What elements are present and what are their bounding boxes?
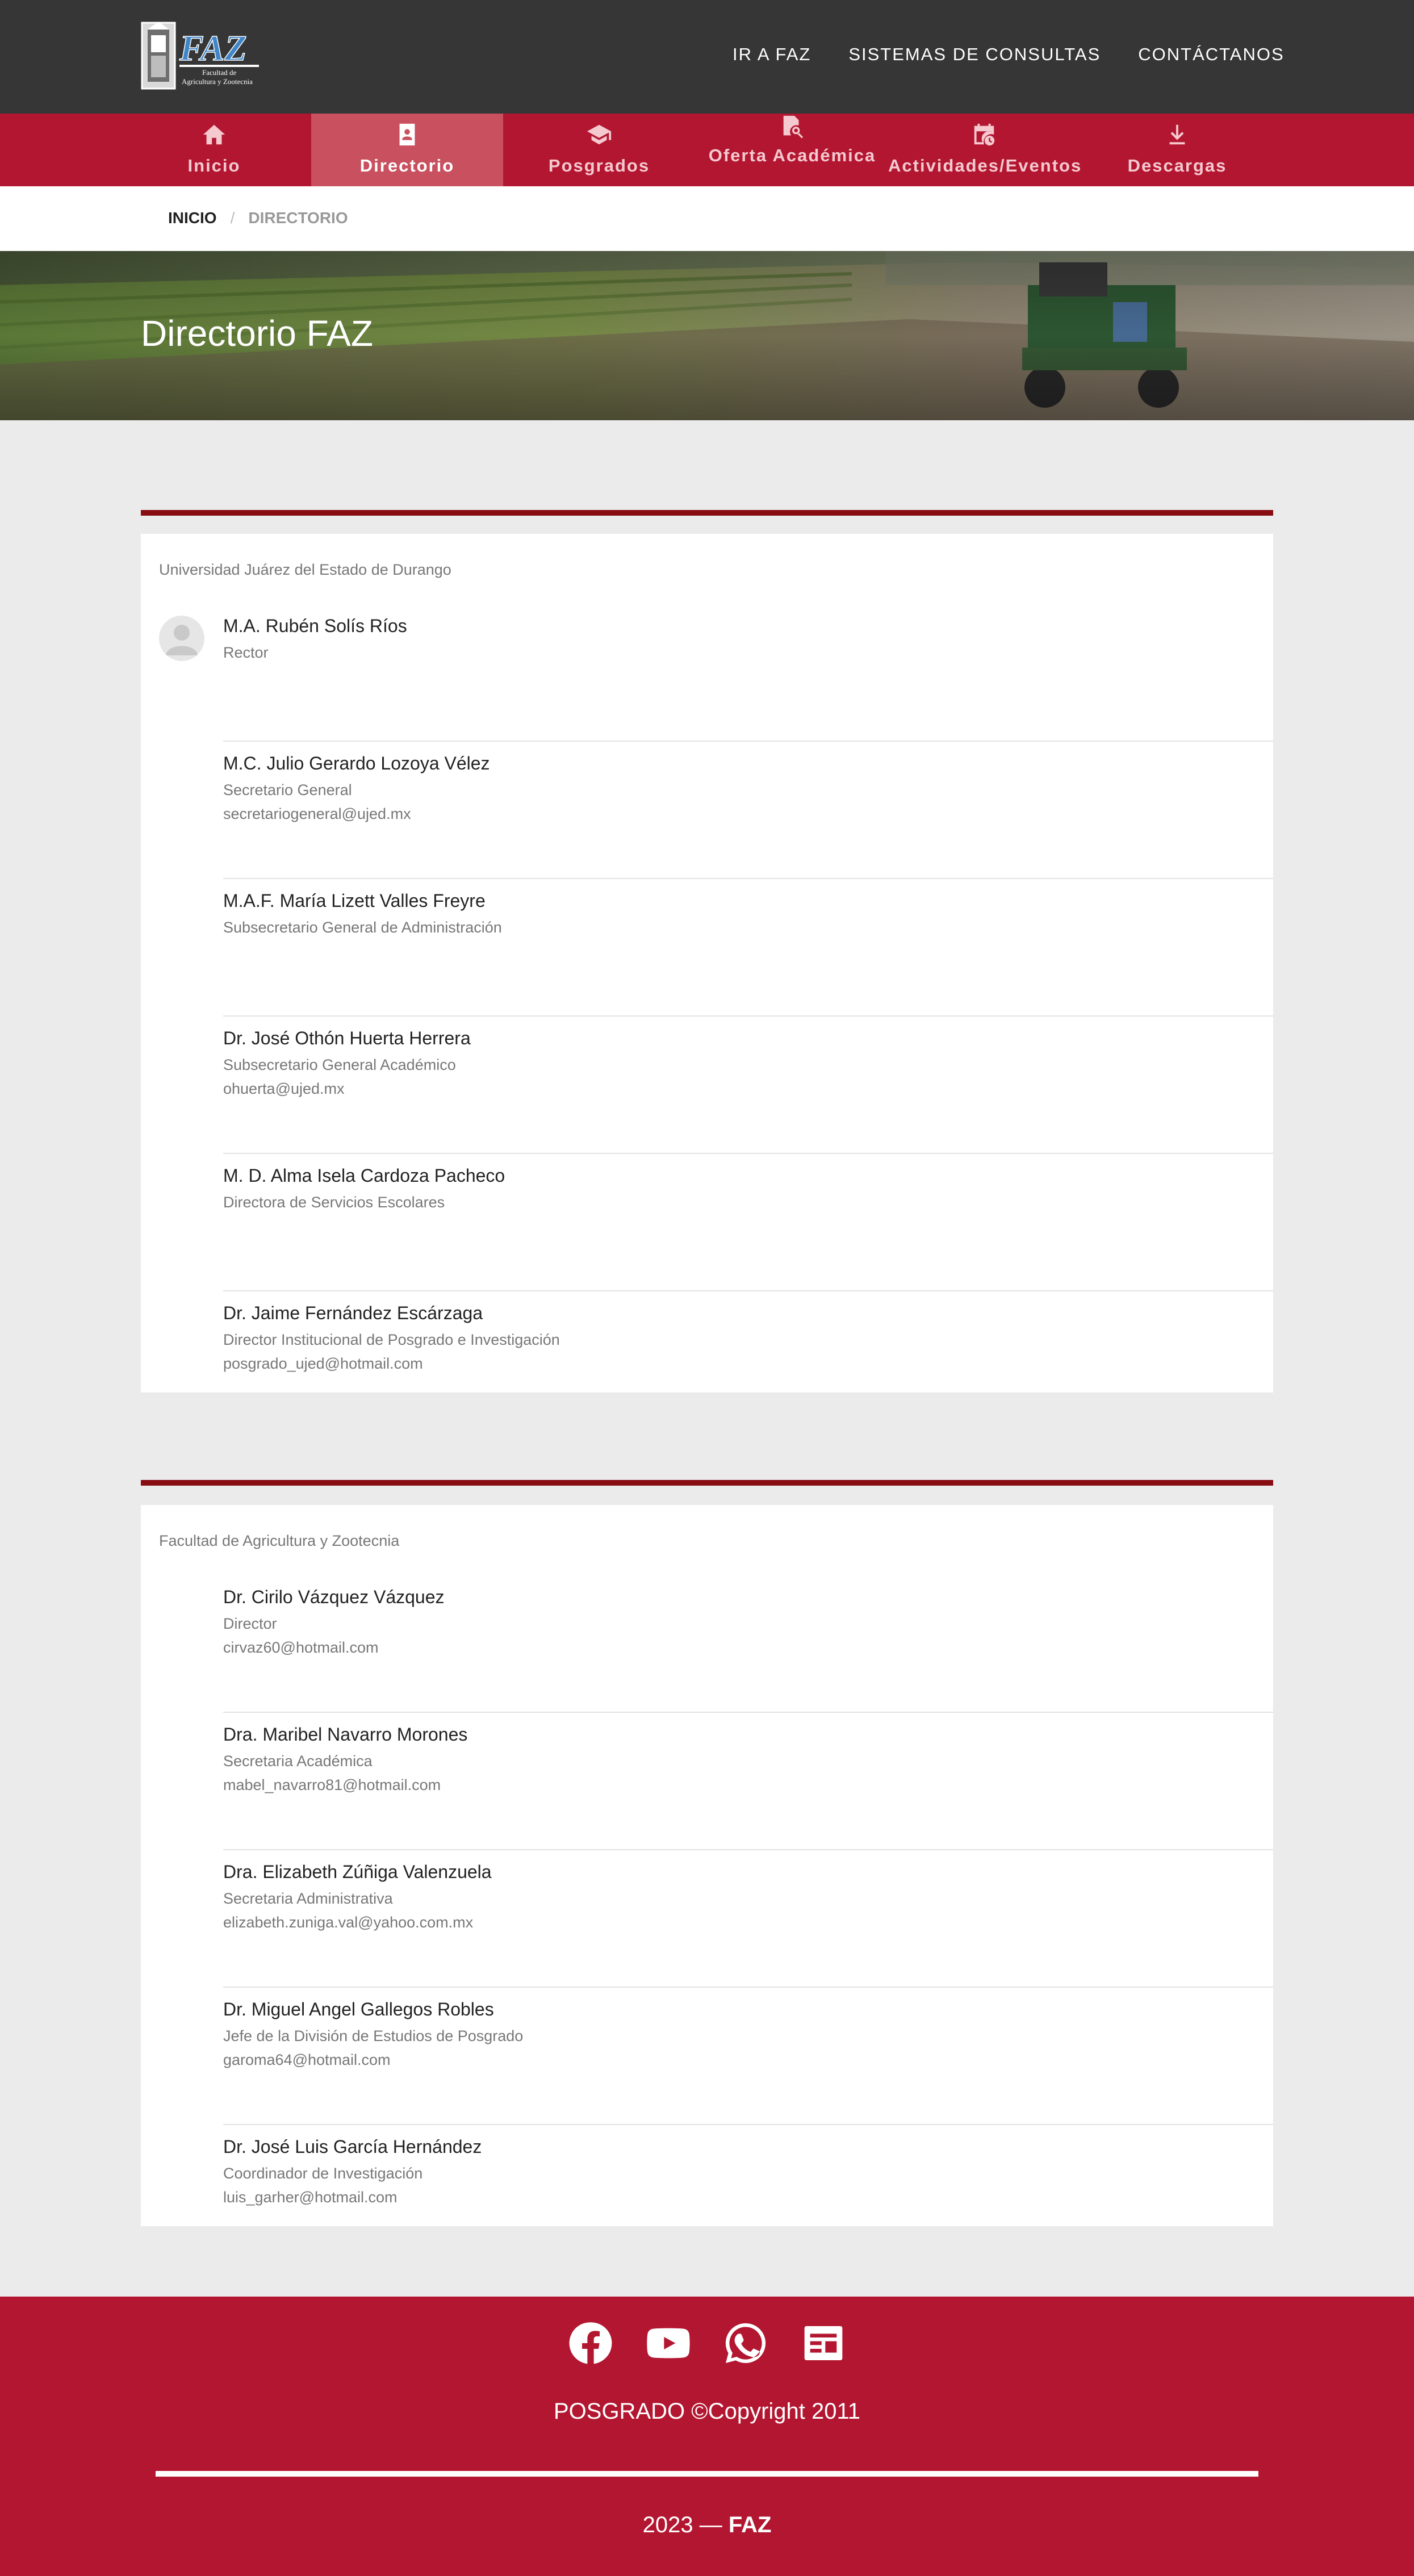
- footer-year: 2023 — FAZ: [0, 2512, 1414, 2538]
- breadcrumb-separator: /: [230, 209, 235, 227]
- person-name: Dr. Jaime Fernández Escárzaga: [223, 1303, 483, 1323]
- person-card: M.C. Julio Gerardo Lozoya Vélez Secretar…: [141, 742, 1273, 879]
- file-search-icon: [696, 114, 888, 141]
- footer-divider: [156, 2471, 1258, 2477]
- facebook-icon[interactable]: [568, 2320, 613, 2366]
- person-name: Dra. Elizabeth Zúñiga Valenzuela: [223, 1862, 492, 1882]
- person-card: Dr. Miguel Angel Gallegos Robles Jefe de…: [141, 1988, 1273, 2125]
- person-email[interactable]: posgrado_ujed@hotmail.com: [223, 1355, 423, 1373]
- nav-item-actividades-eventos[interactable]: Actividades/Eventos: [888, 114, 1082, 186]
- person-card: Dr. Jaime Fernández Escárzaga Director I…: [141, 1291, 1273, 1392]
- link-sistemas-de-consultas[interactable]: SISTEMAS DE CONSULTAS: [848, 44, 1101, 65]
- footer-year-text: 2023 —: [642, 2512, 722, 2537]
- calendar-clock-icon: [888, 122, 1080, 149]
- person-card: M.A. Rubén Solís Ríos Rector: [141, 604, 1273, 742]
- social-links: [0, 2320, 1414, 2369]
- person-email[interactable]: elizabeth.zuniga.val@yahoo.com.mx: [223, 1914, 473, 1931]
- nav-item-descargas[interactable]: Descargas: [1081, 114, 1273, 186]
- person-role: Rector: [223, 644, 269, 661]
- news-icon[interactable]: [801, 2320, 846, 2366]
- person-role: Director Institucional de Posgrado e Inv…: [223, 1331, 560, 1348]
- person-card: M.A.F. María Lizett Valles Freyre Subsec…: [141, 879, 1273, 1017]
- person-name: M.A.F. María Lizett Valles Freyre: [223, 890, 486, 911]
- nav-label: Directorio: [359, 156, 455, 175]
- copyright-text: POSGRADO ©Copyright 2011: [553, 2399, 861, 2424]
- svg-text:Agricultura y Zootecnia: Agricultura y Zootecnia: [182, 77, 253, 86]
- link-ir-a-faz[interactable]: IR A FAZ: [733, 44, 811, 65]
- link-contactanos[interactable]: CONTÁCTANOS: [1138, 44, 1284, 65]
- hero-banner: Directorio FAZ: [0, 251, 1414, 420]
- top-links: IR A FAZ SISTEMAS DE CONSULTAS CONTÁCTAN…: [733, 44, 1322, 65]
- footer-brand: FAZ: [728, 2512, 772, 2537]
- nav-label: Inicio: [187, 156, 241, 175]
- nav-label: Posgrados: [548, 156, 650, 175]
- breadcrumb-bar: INICIO / DIRECTORIO: [0, 186, 1414, 251]
- person-email[interactable]: luis_garher@hotmail.com: [223, 2189, 398, 2206]
- person-role: Subsecretario General Académico: [223, 1056, 456, 1073]
- home-icon: [118, 122, 310, 149]
- youtube-icon[interactable]: [646, 2320, 691, 2366]
- person-name: M.C. Julio Gerardo Lozoya Vélez: [223, 753, 490, 773]
- breadcrumb-home[interactable]: INICIO: [168, 209, 217, 227]
- nav-item-posgrados[interactable]: Posgrados: [503, 114, 695, 186]
- person-name: Dr. José Luis García Hernández: [223, 2136, 482, 2157]
- person-name: Dr. Miguel Angel Gallegos Robles: [223, 1999, 494, 2019]
- top-header: FAZ Facultad de Agricultura y Zootecnia …: [0, 0, 1414, 114]
- person-role: Secretario General: [223, 781, 352, 798]
- person-role: Coordinador de Investigación: [223, 2165, 423, 2182]
- person-name: Dr. José Othón Huerta Herrera: [223, 1028, 471, 1048]
- nav-item-oferta-academica[interactable]: Oferta Académica: [696, 114, 888, 186]
- person-email[interactable]: ohuerta@ujed.mx: [223, 1080, 345, 1098]
- person-role: Secretaria Académica: [223, 1753, 373, 1770]
- person-card: Dra. Elizabeth Zúñiga Valenzuela Secreta…: [141, 1850, 1273, 1988]
- nav-label: Descargas: [1127, 156, 1227, 175]
- section-org-title: Facultad de Agricultura y Zootecnia: [159, 1532, 400, 1549]
- person-role: Directora de Servicios Escolares: [223, 1194, 445, 1211]
- contact-book-icon: [311, 122, 503, 149]
- directory-panel-ujed: Universidad Juárez del Estado de Durango…: [141, 534, 1273, 1392]
- person-role: Secretaria Administrativa: [223, 1890, 393, 1907]
- faz-logo[interactable]: FAZ Facultad de Agricultura y Zootecnia: [141, 20, 262, 91]
- svg-text:FAZ: FAZ: [179, 28, 247, 68]
- person-card: Dr. Cirilo Vázquez Vázquez Director cirv…: [141, 1575, 1273, 1713]
- person-card: Dr. José Othón Huerta Herrera Subsecreta…: [141, 1017, 1273, 1154]
- footer: POSGRADO ©Copyright 2011 2023 — FAZ: [0, 2297, 1414, 2576]
- nav-item-inicio[interactable]: Inicio: [118, 114, 310, 186]
- faz-logo-icon: FAZ Facultad de Agricultura y Zootecnia: [141, 22, 259, 90]
- avatar: [159, 616, 204, 661]
- person-card: Dr. José Luis García Hernández Coordinad…: [141, 2125, 1273, 2226]
- svg-text:Facultad de: Facultad de: [202, 68, 237, 77]
- person-email[interactable]: secretariogeneral@ujed.mx: [223, 805, 411, 823]
- person-role: Director: [223, 1615, 277, 1632]
- nav-item-directorio[interactable]: Directorio: [311, 114, 503, 186]
- section-rule: [141, 1480, 1273, 1486]
- person-email[interactable]: garoma64@hotmail.com: [223, 2051, 391, 2069]
- person-email[interactable]: mabel_navarro81@hotmail.com: [223, 1776, 441, 1794]
- section-rule: [141, 510, 1273, 516]
- whatsapp-icon[interactable]: [723, 2320, 768, 2366]
- person-name: M. D. Alma Isela Cardoza Pacheco: [223, 1165, 505, 1186]
- person-name: Dr. Cirilo Vázquez Vázquez: [223, 1587, 445, 1607]
- section-org-title: Universidad Juárez del Estado de Durango: [159, 561, 451, 578]
- nav-label: Oferta Académica: [708, 145, 876, 165]
- person-role: Subsecretario General de Administración: [223, 919, 502, 936]
- main-nav: Inicio Directorio Posgrados Oferta Acadé…: [0, 114, 1414, 186]
- person-name: M.A. Rubén Solís Ríos: [223, 616, 407, 636]
- person-role: Jefe de la División de Estudios de Posgr…: [223, 2027, 524, 2044]
- page-title: Directorio FAZ: [141, 313, 373, 354]
- directory-panel-faz: Facultad de Agricultura y Zootecnia Dr. …: [141, 1505, 1273, 2226]
- graduation-cap-icon: [503, 122, 695, 149]
- person-name: Dra. Maribel Navarro Morones: [223, 1724, 468, 1745]
- person-card: M. D. Alma Isela Cardoza Pacheco Directo…: [141, 1154, 1273, 1291]
- person-email[interactable]: cirvaz60@hotmail.com: [223, 1639, 379, 1657]
- nav-label: Actividades/Eventos: [888, 156, 1082, 175]
- download-icon: [1081, 122, 1273, 149]
- breadcrumb-current: DIRECTORIO: [248, 209, 348, 227]
- breadcrumb: INICIO / DIRECTORIO: [168, 209, 348, 227]
- user-avatar-icon: [166, 625, 198, 655]
- person-card: Dra. Maribel Navarro Morones Secretaria …: [141, 1713, 1273, 1850]
